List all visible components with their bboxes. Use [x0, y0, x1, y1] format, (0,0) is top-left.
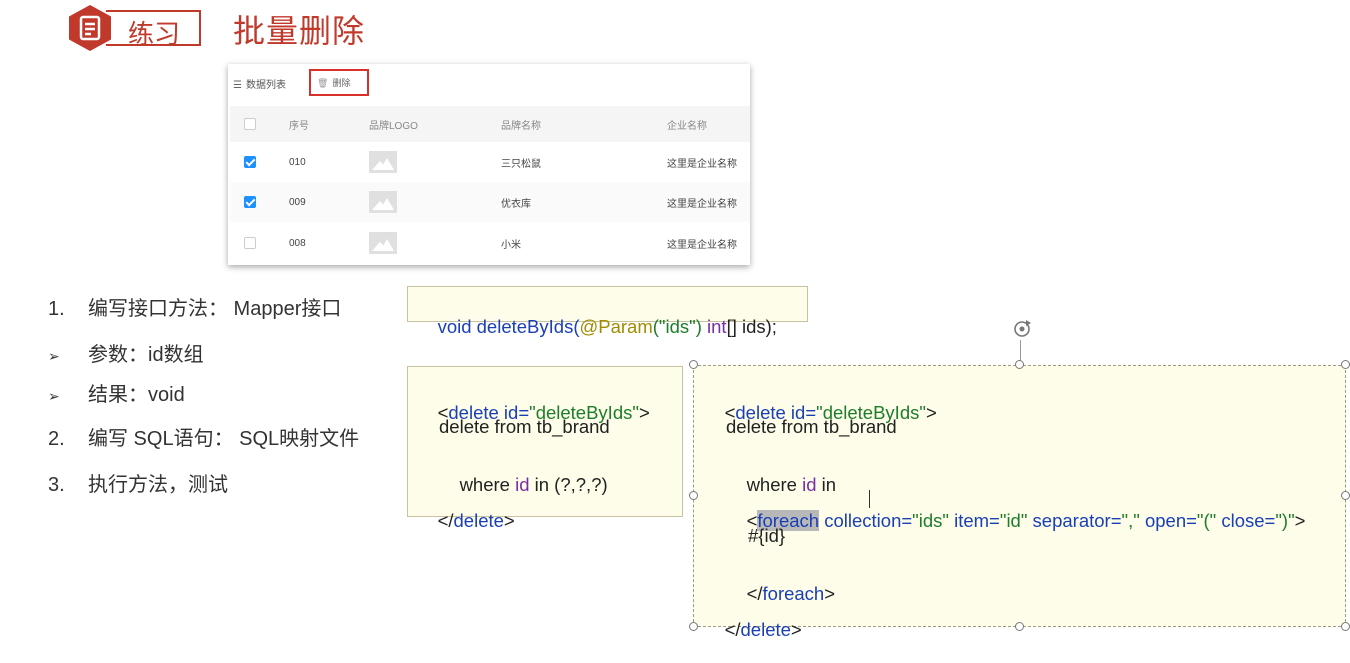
row-brand: 小米 [501, 239, 521, 251]
list-icon: ☰ [233, 80, 242, 91]
method-signature-code: void deleteByIds(@Param("ids") int[] ids… [407, 286, 808, 337]
resize-handle-top-left[interactable] [689, 360, 698, 369]
rotate-handle-icon[interactable] [1011, 318, 1033, 340]
table-row[interactable]: 008 小米 这里是企业名称 [230, 223, 750, 263]
table-row[interactable]: 009 优衣库 这里是企业名称 [230, 182, 750, 222]
list-item: ➢ 参数：id数组 [48, 344, 204, 366]
row-checkbox[interactable] [244, 196, 256, 208]
resize-handle-bottom-left[interactable] [689, 622, 698, 631]
row-brand: 三只松鼠 [501, 158, 541, 170]
delete-button[interactable]: 🗑 删除 [309, 69, 369, 96]
resize-handle-top[interactable] [1015, 360, 1024, 369]
table-toolbar: ☰ 数据列表 🗑 删除 [228, 64, 750, 104]
image-placeholder-icon [369, 151, 397, 173]
row-company: 这里是企业名称 [667, 198, 737, 210]
image-placeholder-icon [369, 232, 397, 254]
resize-handle-bottom[interactable] [1015, 622, 1024, 631]
row-company: 这里是企业名称 [667, 239, 737, 251]
brand-table-card: ☰ 数据列表 🗑 删除 序号 品牌LOGO 品牌名称 企业名称 010 三只松鼠 这… [228, 64, 750, 265]
list-item: ➢ 结果：void [48, 384, 185, 406]
table-row[interactable]: 010 三只松鼠 这里是企业名称 [230, 142, 750, 182]
row-checkbox[interactable] [244, 237, 256, 249]
list-item: 1. 编写接口方法： Mapper接口 [48, 298, 342, 320]
arrow-bullet-icon: ➢ [48, 348, 60, 364]
resize-handle-top-right[interactable] [1341, 360, 1350, 369]
row-company: 这里是企业名称 [667, 158, 737, 170]
table-header: 序号 品牌LOGO 品牌名称 企业名称 [230, 106, 750, 142]
resize-handle-bottom-right[interactable] [1341, 622, 1350, 631]
trash-icon: 🗑 [317, 78, 329, 88]
page-title: 批量删除 [233, 13, 366, 49]
row-checkbox[interactable] [244, 156, 256, 168]
column-header-brand: 品牌名称 [501, 120, 541, 132]
delete-button-label: 删除 [332, 78, 351, 88]
list-item: 2. 编写 SQL语句： SQL映射文件 [48, 428, 360, 450]
column-header-logo: 品牌LOGO [369, 120, 418, 132]
column-header-no: 序号 [289, 120, 309, 132]
text-cursor [869, 490, 870, 508]
data-list-label: ☰ 数据列表 [233, 80, 286, 91]
row-no: 009 [289, 196, 306, 208]
image-placeholder-icon [369, 191, 397, 213]
arrow-bullet-icon: ➢ [48, 388, 60, 404]
section-badge: 练习 [66, 4, 203, 51]
resize-handle-left[interactable] [689, 491, 698, 500]
resize-handle-right[interactable] [1341, 491, 1350, 500]
list-item: 3. 执行方法，测试 [48, 474, 228, 496]
row-brand: 优衣库 [501, 198, 531, 210]
simple-sql-code: <delete id="deleteByIds"> delete from tb… [407, 366, 683, 531]
row-no: 010 [289, 156, 306, 168]
foreach-sql-code[interactable]: <delete id="deleteByIds"> delete from tb… [693, 365, 1346, 640]
column-header-company: 企业名称 [667, 120, 707, 132]
select-all-checkbox[interactable] [244, 118, 256, 130]
badge-label: 练习 [128, 19, 181, 49]
row-no: 008 [289, 237, 306, 249]
badge-frame: 练习 [106, 10, 201, 49]
